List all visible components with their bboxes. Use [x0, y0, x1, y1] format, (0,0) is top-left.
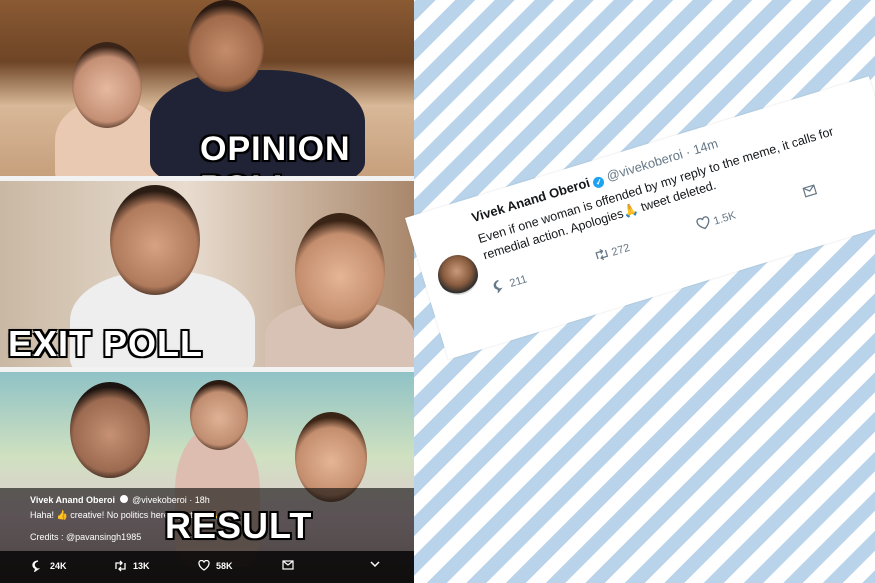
message-action[interactable] [282, 560, 294, 570]
embedded-tweet-time: · 18h [189, 495, 210, 505]
like-count: 58K [216, 560, 233, 571]
person-man-beard-head [70, 382, 150, 478]
embedded-tweet-header: Vivek Anand Oberoi @vivekoberoi · 18h [30, 495, 210, 505]
like-count: 1.5K [712, 209, 738, 228]
chevron-down-icon [370, 561, 380, 568]
person-man-head [188, 0, 264, 92]
more-action[interactable] [370, 560, 380, 568]
caption-exit-poll: EXIT POLL [8, 323, 204, 364]
person-girl-head [190, 380, 248, 450]
heart-icon [198, 560, 210, 571]
reply-count: 24K [50, 561, 67, 571]
embedded-tweet-handle: @vivekoberoi [132, 495, 187, 505]
person-woman-2-head [295, 213, 385, 329]
embedded-tweet-credits: Credits : @pavansingh1985 [30, 532, 142, 542]
reply-count: 211 [508, 273, 529, 290]
retweet-action[interactable]: 13K [114, 560, 150, 572]
like-action[interactable]: 58K [198, 560, 233, 571]
caption-result: RESULT [165, 505, 313, 546]
person-man-glasses-head [110, 185, 200, 295]
mail-icon [802, 184, 818, 198]
meme-image: OPINION POLL EXIT POLL RESULT Vivek Anan… [0, 0, 414, 583]
meme-panel-opinion: OPINION POLL [0, 0, 414, 176]
heart-icon [696, 216, 710, 230]
embedded-tweet-actions: 24K 13K 58K [0, 551, 414, 583]
retweet-count: 13K [133, 561, 150, 571]
like-action[interactable]: 1.5K [695, 198, 770, 233]
message-action[interactable] [801, 184, 818, 201]
mail-icon [282, 560, 294, 570]
retweet-icon [595, 249, 608, 261]
reply-action[interactable]: 211 [491, 261, 561, 294]
meme-panel-exit: EXIT POLL [0, 181, 414, 367]
caption-opinion-poll: OPINION POLL [200, 130, 351, 176]
embedded-tweet-name: Vivek Anand Oberoi [30, 495, 116, 505]
tweet-time: · 14m [683, 135, 720, 160]
retweet-icon [115, 560, 126, 572]
reply-action[interactable]: 24K [32, 560, 67, 572]
tweet-card: Vivek Anand Oberoi ✓ @vivekoberoi · 14m … [405, 76, 875, 360]
retweet-count: 272 [610, 241, 632, 259]
reply-icon [32, 560, 41, 572]
verified-icon [119, 495, 128, 503]
reply-icon [493, 279, 503, 294]
avatar [433, 250, 483, 300]
verified-icon: ✓ [592, 175, 606, 190]
retweet-action[interactable]: 272 [592, 230, 663, 264]
person-woman-head [72, 42, 142, 128]
